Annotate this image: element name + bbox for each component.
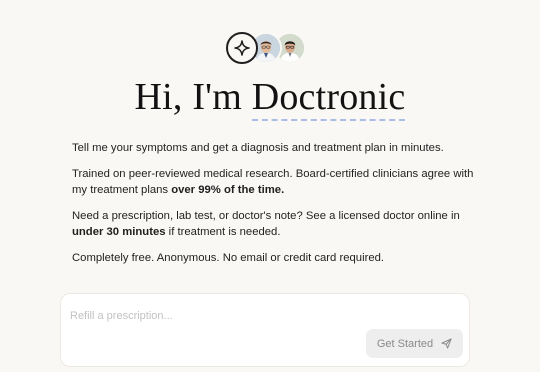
send-icon xyxy=(441,338,452,349)
title-brand-name: Doctronic xyxy=(251,76,406,121)
intro-paragraph-3: Need a prescription, lab test, or doctor… xyxy=(72,208,482,240)
intro-paragraph-4: Completely free. Anonymous. No email or … xyxy=(72,252,385,264)
page-title: Hi, I'm Doctronic xyxy=(0,74,540,121)
get-started-label: Get Started xyxy=(376,337,434,350)
intro-paragraph-3-after: if treatment is needed. xyxy=(165,226,281,238)
symptom-input-card: Get Started xyxy=(60,293,470,367)
intro-paragraph-2-bold: over 99% of the time. xyxy=(171,184,285,196)
intro-text: Tell me your symptoms and get a diagnosi… xyxy=(72,140,482,276)
intro-paragraph-3-text: Need a prescription, lab test, or doctor… xyxy=(72,210,460,222)
intro-paragraph-3-bold: under 30 minutes xyxy=(72,226,166,238)
intro-paragraph-2: Trained on peer-reviewed medical researc… xyxy=(72,166,482,198)
doctronic-logo xyxy=(226,32,258,64)
header-avatars xyxy=(226,32,306,64)
get-started-button[interactable]: Get Started xyxy=(366,329,463,358)
sparkle-icon xyxy=(234,40,250,56)
title-prefix: Hi, I'm xyxy=(134,76,252,118)
intro-paragraph-1: Tell me your symptoms and get a diagnosi… xyxy=(72,142,444,154)
symptom-input[interactable] xyxy=(70,306,450,326)
